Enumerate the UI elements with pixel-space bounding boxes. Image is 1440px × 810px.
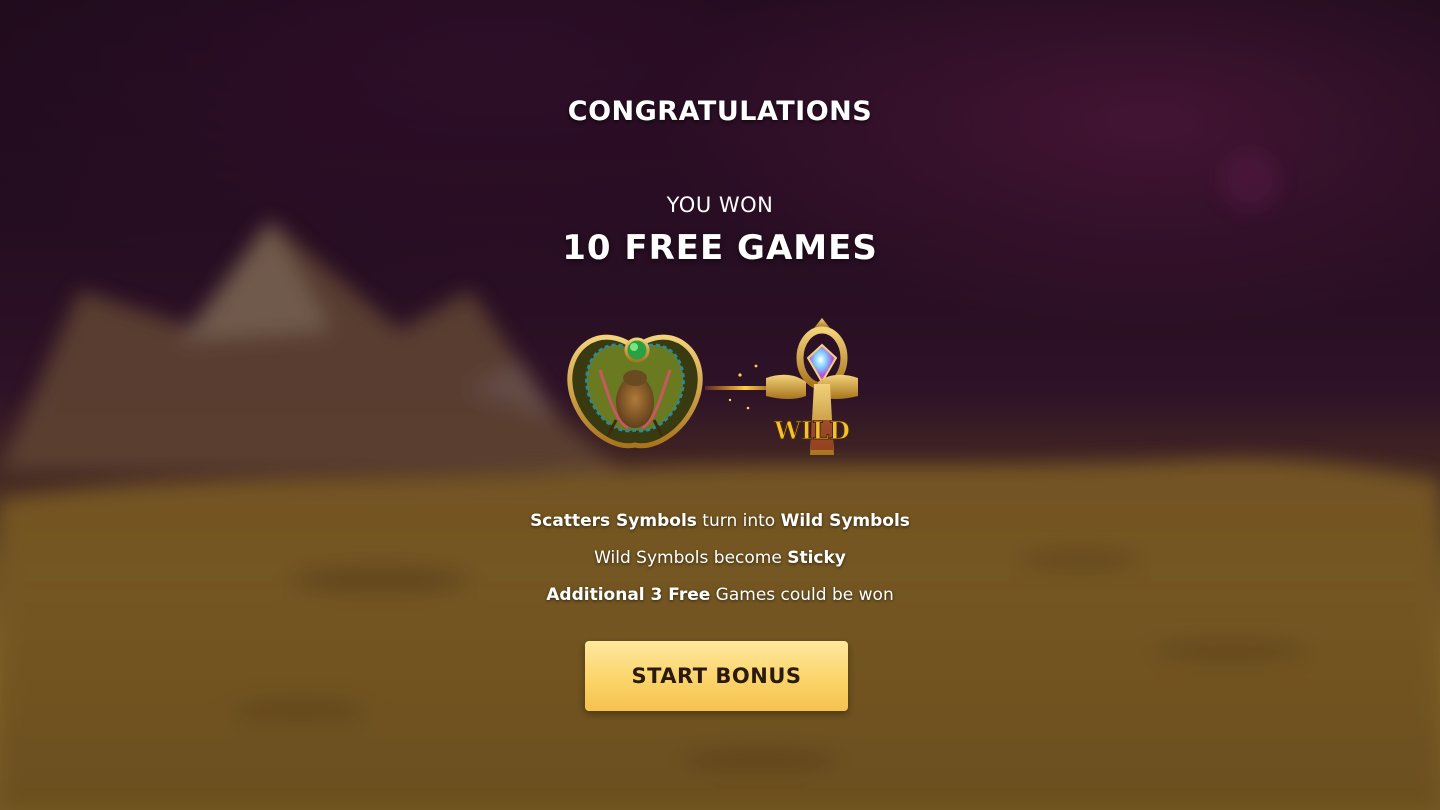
feature-1-bold-a: Scatters Symbols <box>530 511 697 531</box>
bonus-popup: CONGRATULATIONS YOU WON 10 FREE GAMES WI… <box>0 0 1440 810</box>
wild-label: WILD <box>773 416 850 445</box>
you-won-label: YOU WON <box>666 193 774 217</box>
congratulations-title: CONGRATULATIONS <box>567 96 873 127</box>
free-games-count: 10 FREE GAMES <box>562 228 878 268</box>
start-bonus-button[interactable]: START BONUS <box>585 641 848 711</box>
feature-1-bold-b: Wild Symbols <box>780 511 910 531</box>
feature-3-text: Games could be won <box>710 585 894 605</box>
feature-line-1: Scatters Symbols turn into Wild Symbols <box>0 503 1440 540</box>
ankh-wild-icon: WILD <box>766 318 858 455</box>
symbol-transform-illustration: WILD <box>560 310 880 460</box>
feature-list: Scatters Symbols turn into Wild Symbols … <box>0 503 1440 614</box>
feature-line-3: Additional 3 Free Games could be won <box>0 577 1440 614</box>
feature-2-bold: Sticky <box>787 548 846 568</box>
scarab-scatter-icon <box>567 334 703 449</box>
feature-1-text: turn into <box>696 511 781 531</box>
feature-line-2: Wild Symbols become Sticky <box>0 540 1440 577</box>
feature-2-text: Wild Symbols become <box>594 548 788 568</box>
feature-3-bold: Additional 3 Free <box>546 585 711 605</box>
